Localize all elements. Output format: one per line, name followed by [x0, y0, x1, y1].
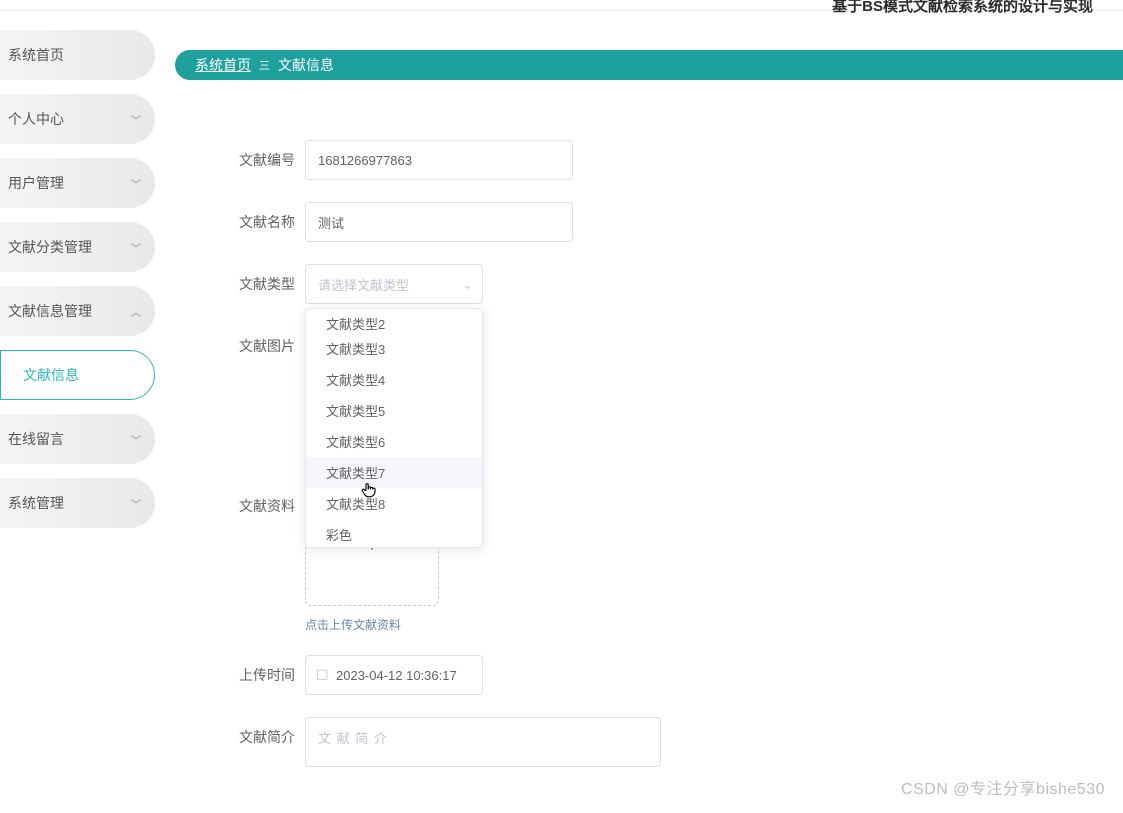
dropdown-option[interactable]: 文献类型7 [306, 457, 482, 488]
upload-hint: 点击上传文献资料 [305, 616, 439, 633]
chevron-down-icon: ﹀ [131, 496, 141, 511]
dropdown-option[interactable]: 文献类型5 [306, 395, 482, 426]
sidebar-item-users[interactable]: 用户管理 ﹀ [0, 158, 155, 208]
app-title: 基于BS模式文献检索系统的设计与实现 [832, 0, 1093, 16]
sidebar-item-label: 文献信息 [23, 365, 79, 385]
dropdown-option[interactable]: 文献类型3 [306, 333, 482, 364]
upload-time-input[interactable]: ☐ 2023-04-12 10:36:17 [305, 655, 483, 695]
breadcrumb-sep: 三 [259, 57, 270, 73]
label-doc-brief: 文献简介 [205, 717, 295, 747]
watermark: CSDN @专注分享bishe530 [901, 775, 1105, 799]
breadcrumb-home-link[interactable]: 系统首页 [195, 55, 251, 75]
chevron-down-icon: ﹀ [131, 176, 141, 191]
app-header: 基于BS模式文献检索系统的设计与实现 [0, 0, 1123, 11]
dropdown-option[interactable]: 文献类型6 [306, 426, 482, 457]
label-doc-file: 文献资料 [205, 486, 295, 516]
doc-type-select[interactable]: 请选择文献类型 ⌃ [305, 264, 483, 304]
sidebar-item-home[interactable]: 系统首页 [0, 30, 155, 80]
sidebar-item-label: 系统管理 [8, 493, 64, 513]
chevron-down-icon: ﹀ [131, 432, 141, 447]
sidebar-item-system[interactable]: 系统管理 ﹀ [0, 478, 155, 528]
dropdown-option[interactable]: 彩色 [306, 519, 482, 543]
label-doc-type: 文献类型 [205, 264, 295, 294]
sidebar-item-docinfo-sub[interactable]: 文献信息 [0, 350, 155, 400]
doc-no-input[interactable] [305, 140, 573, 180]
upload-time-value: 2023-04-12 10:36:17 [336, 668, 457, 683]
breadcrumb: 系统首页 三 文献信息 [175, 50, 1123, 80]
select-placeholder: 请选择文献类型 [318, 275, 409, 294]
sidebar-item-profile[interactable]: 个人中心 ﹀ [0, 94, 155, 144]
doc-brief-textarea[interactable]: 文 献 简 介 [305, 717, 661, 767]
calendar-icon: ☐ [316, 667, 329, 684]
label-doc-no: 文献编号 [205, 140, 295, 170]
chevron-down-icon: ︿ [131, 304, 141, 319]
sidebar-item-label: 系统首页 [8, 45, 64, 65]
sidebar-item-category[interactable]: 文献分类管理 ﹀ [0, 222, 155, 272]
sidebar: 系统首页 个人中心 ﹀ 用户管理 ﹀ 文献分类管理 ﹀ 文献信息管理 ︿ 文献信… [0, 30, 155, 813]
chevron-down-icon: ﹀ [131, 112, 141, 127]
chevron-down-icon: ⌃ [462, 277, 472, 291]
dropdown-scroll[interactable]: 文献类型2文献类型3文献类型4文献类型5文献类型6文献类型7文献类型8彩色 [306, 313, 482, 543]
sidebar-item-messages[interactable]: 在线留言 ﹀ [0, 414, 155, 464]
sidebar-item-label: 用户管理 [8, 173, 64, 193]
label-doc-name: 文献名称 [205, 202, 295, 232]
sidebar-item-label: 个人中心 [8, 109, 64, 129]
sidebar-item-label: 文献信息管理 [8, 301, 92, 321]
chevron-down-icon: ﹀ [131, 240, 141, 255]
sidebar-item-label: 在线留言 [8, 429, 64, 449]
dropdown-option[interactable]: 文献类型4 [306, 364, 482, 395]
label-upload-time: 上传时间 [205, 655, 295, 685]
sidebar-item-docinfo[interactable]: 文献信息管理 ︿ [0, 286, 155, 336]
content-area: 系统首页 三 文献信息 文献编号 文献名称 文献类型 请选择文献类型 ⌃ [155, 30, 1123, 813]
dropdown-option[interactable]: 文献类型2 [306, 313, 482, 333]
doc-type-dropdown: 文献类型2文献类型3文献类型4文献类型5文献类型6文献类型7文献类型8彩色 [305, 308, 483, 548]
breadcrumb-current: 文献信息 [278, 55, 334, 75]
dropdown-option[interactable]: 文献类型8 [306, 488, 482, 519]
form: 文献编号 文献名称 文献类型 请选择文献类型 ⌃ 文献类型2文献类型3文献类型4… [155, 80, 1123, 767]
sidebar-item-label: 文献分类管理 [8, 237, 92, 257]
label-doc-image: 文献图片 [205, 326, 295, 356]
doc-name-input[interactable] [305, 202, 573, 242]
